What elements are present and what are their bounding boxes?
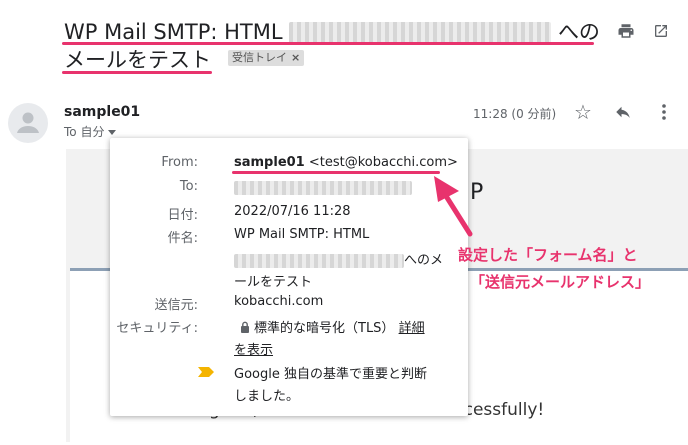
print-icon[interactable] [614, 19, 638, 43]
security-details-link[interactable]: 詳細 [399, 321, 425, 336]
recipient-details-toggle[interactable]: To 自分 [64, 123, 117, 140]
from-name: sample01 [234, 155, 305, 170]
mailed-by-value: kobacchi.com [234, 294, 324, 309]
sender-name: sample01 [64, 104, 141, 120]
importance-text-line1: Google 独自の基準で重要と判断 [234, 367, 427, 382]
subject-value-line2: へのメ [234, 249, 443, 268]
highlight-underline-subject-2 [62, 71, 212, 74]
lock-icon [240, 321, 250, 337]
redacted-email-blur [289, 22, 552, 44]
importance-text-line2: しました。 [234, 389, 300, 404]
mailed-by-label: 送信元: [154, 298, 198, 313]
highlight-underline-from [232, 171, 440, 174]
avatar [8, 103, 48, 143]
security-value: 標準的な暗号化（TLS） 詳細 [240, 317, 425, 337]
subject-value-line1: WP Mail SMTP: HTML [234, 227, 370, 242]
to-label: To: [179, 179, 198, 194]
date-label: 日付: [167, 208, 198, 223]
recipient-text: To 自分 [64, 125, 105, 139]
importance-marker-icon [198, 366, 214, 381]
message-heading-fragment: P [470, 180, 484, 205]
from-email: <test@kobacchi.com> [308, 155, 458, 170]
chevron-down-icon[interactable] [108, 130, 117, 135]
star-icon[interactable]: ☆ [571, 100, 595, 124]
annotation-text-line1: 設定した「フォーム名」と [458, 246, 638, 264]
message-time: 11:28 (0 分前) [473, 107, 557, 121]
reply-icon[interactable] [611, 100, 635, 124]
subject-value-line3: ールをテスト [234, 275, 313, 290]
remove-label-icon[interactable]: × [291, 51, 300, 64]
redacted-subject-part [234, 253, 404, 268]
from-label: From: [161, 155, 198, 170]
inbox-label-text: 受信トレイ [232, 51, 287, 64]
annotation-text-line2: 「送信元メールアドレス」 [470, 273, 651, 291]
security-details-link-2[interactable]: を表示 [234, 339, 273, 358]
more-options-icon[interactable] [652, 100, 676, 124]
redacted-to-address [234, 181, 412, 195]
open-in-new-window-icon[interactable] [649, 19, 673, 43]
subject-prefix: WP Mail SMTP: HTML [64, 20, 283, 44]
sender-details-popup: From: sample01 <test@kobacchi.com> To: 日… [110, 138, 468, 416]
subject-suffix: への [557, 20, 600, 44]
subject-label: 件名: [167, 231, 198, 246]
date-value: 2022/07/16 11:28 [234, 204, 351, 219]
inbox-label-chip[interactable]: 受信トレイ × [228, 50, 305, 66]
from-value: sample01 <test@kobacchi.com> [234, 155, 458, 170]
security-label: セキュリティ: [116, 321, 198, 336]
